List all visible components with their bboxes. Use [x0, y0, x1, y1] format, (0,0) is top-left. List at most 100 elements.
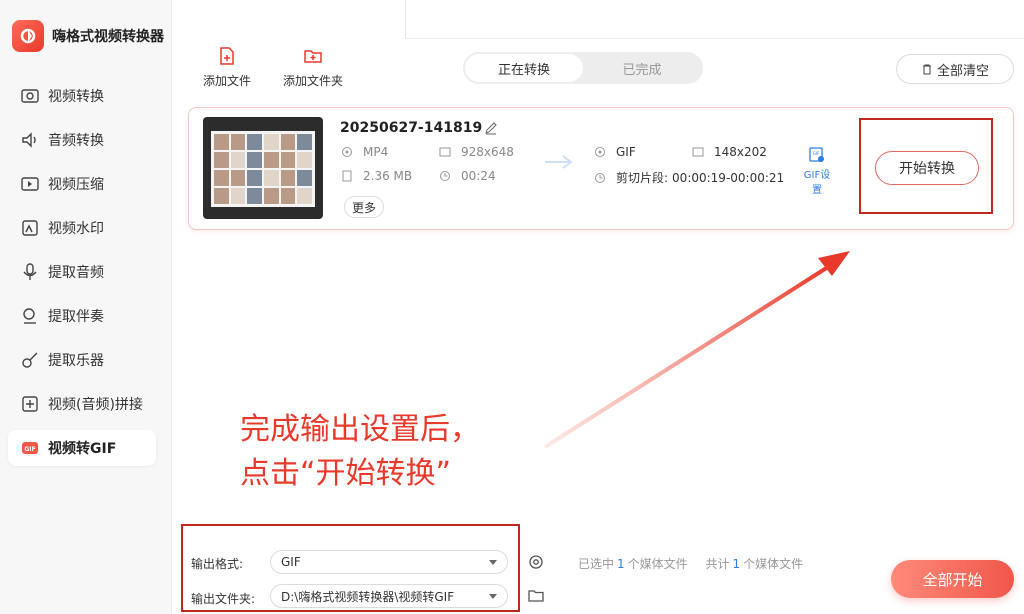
sidebar-item-label: 视频(音频)拼接 [48, 397, 143, 413]
selected-prefix: 已选中 [578, 557, 615, 571]
source-format: MP4 [341, 145, 388, 159]
resolution-icon [439, 147, 451, 157]
more-button[interactable]: 更多 [344, 196, 384, 218]
sidebar-item-label: 视频转换 [48, 89, 104, 105]
trash-icon [922, 64, 931, 75]
annotation-line-1: 完成输出设置后， [240, 412, 480, 447]
video-compress-icon [21, 177, 39, 191]
chevron-down-icon [489, 560, 497, 565]
source-duration-value: 00:24 [461, 169, 496, 183]
clock-icon [595, 172, 605, 183]
sidebar-item-label: 视频转GIF [48, 441, 117, 457]
brand: 嗨格式视频转换器 [12, 20, 164, 52]
sidebar-item-audio-convert[interactable]: 音频转换 [8, 122, 156, 158]
resolution-icon [692, 147, 704, 157]
output-format: GIF [594, 145, 636, 159]
source-resolution: 928x648 [439, 145, 514, 159]
sidebar-item-label: 视频水印 [48, 221, 104, 237]
source-size: 2.36 MB [341, 169, 412, 183]
annotation-text: 完成输出设置后， 点击“开始转换” [240, 408, 480, 496]
output-format-select-value: GIF [281, 555, 301, 569]
file-count-summary: 已选中 1 个媒体文件 共计 1 个媒体文件 [578, 555, 803, 572]
settings-gear-icon[interactable] [528, 554, 544, 570]
folder-icon[interactable] [528, 588, 544, 604]
extract-audio-icon [23, 263, 37, 280]
output-format-value: GIF [616, 145, 636, 159]
extract-accompaniment-icon [23, 308, 36, 324]
clip-range-value: 00:00:19-00:00:21 [672, 170, 785, 185]
extract-instrument-icon [22, 352, 38, 368]
selected-suffix: 个媒体文件 [627, 557, 688, 571]
start-all-button[interactable]: 全部开始 [891, 560, 1014, 598]
file-size-icon [342, 170, 352, 182]
sidebar-item-merge[interactable]: 视频(音频)拼接 [8, 386, 156, 422]
video-convert-icon [21, 89, 39, 103]
sidebar-item-extract-accompaniment[interactable]: 提取伴奏 [8, 298, 156, 334]
output-format-select[interactable]: GIF [270, 550, 508, 574]
file-name: 20250627-141819 [340, 120, 483, 136]
source-size-value: 2.36 MB [363, 169, 413, 183]
sidebar-item-extract-instrument[interactable]: 提取乐器 [8, 342, 156, 378]
output-folder-label: 输出文件夹: [191, 592, 256, 606]
sidebar-item-video-convert[interactable]: 视频转换 [8, 78, 156, 114]
gif-icon: GIF [22, 442, 38, 454]
sidebar-item-label: 提取乐器 [48, 353, 104, 369]
output-resolution: 148x202 [692, 145, 767, 159]
clear-all-label: 全部清空 [936, 63, 989, 79]
sidebar-item-extract-audio[interactable]: 提取音频 [8, 254, 156, 290]
source-format-value: MP4 [363, 145, 389, 159]
output-resolution-value: 148x202 [714, 145, 767, 159]
top-divider [405, 0, 406, 38]
sidebar-item-video-compress[interactable]: 视频压缩 [8, 166, 156, 202]
sidebar: 嗨格式视频转换器 视频转换 音频转换 视频压缩 视频水印 提取音频 提取伴奏 提… [0, 0, 172, 614]
source-duration: 00:24 [439, 169, 496, 183]
gif-settings-icon: GIF [809, 147, 824, 162]
sidebar-item-video-watermark[interactable]: 视频水印 [8, 210, 156, 246]
output-format-label: 输出格式: [191, 557, 244, 571]
start-convert-button[interactable]: 开始转换 [875, 151, 979, 185]
tab-completed[interactable]: 已完成 [583, 54, 701, 82]
clear-all-button[interactable]: 全部清空 [896, 54, 1014, 84]
sidebar-nav: 视频转换 音频转换 视频压缩 视频水印 提取音频 提取伴奏 提取乐器 视频(音频… [8, 78, 156, 474]
sidebar-item-video-to-gif[interactable]: GIF 视频转GIF [8, 430, 156, 466]
gif-settings-button[interactable]: GIF GIF设置 [799, 146, 835, 196]
selected-count: 1 [617, 557, 625, 571]
source-resolution-value: 928x648 [461, 145, 514, 159]
add-file-icon [220, 47, 234, 65]
top-divider-horizontal [405, 38, 1024, 39]
sidebar-item-label: 提取音频 [48, 265, 104, 281]
add-folder-label: 添加文件夹 [283, 74, 344, 88]
total-suffix: 个媒体文件 [743, 557, 804, 571]
svg-text:GIF: GIF [813, 151, 820, 156]
clip-label: 剪切片段: [616, 171, 669, 185]
sidebar-item-label: 音频转换 [48, 133, 104, 149]
merge-icon [22, 396, 38, 412]
chevron-down-icon [489, 594, 497, 599]
output-folder-select[interactable]: D:\嗨格式视频转换器\视频转GIF [270, 584, 508, 608]
video-thumbnail [203, 117, 323, 219]
annotation-line-2: 点击“开始转换” [240, 456, 452, 491]
clock-icon [440, 171, 450, 181]
edit-icon[interactable] [484, 121, 498, 135]
total-count: 1 [732, 557, 741, 571]
svg-text:GIF: GIF [24, 446, 35, 453]
convert-arrow-icon [545, 155, 573, 169]
tab-converting[interactable]: 正在转换 [465, 54, 583, 82]
format-icon [595, 147, 605, 157]
output-folder-select-value: D:\嗨格式视频转换器\视频转GIF [281, 589, 455, 604]
status-tabs: 正在转换 已完成 [463, 52, 703, 84]
video-watermark-icon [22, 220, 38, 236]
add-file-label: 添加文件 [203, 74, 252, 88]
app-name: 嗨格式视频转换器 [52, 29, 164, 45]
gif-settings-label: GIF设置 [803, 170, 831, 196]
add-folder-icon [304, 50, 322, 63]
sidebar-item-label: 视频压缩 [48, 177, 104, 193]
format-icon [342, 147, 352, 157]
add-file-button[interactable]: 添加文件 [203, 46, 251, 89]
audio-convert-icon [22, 132, 36, 148]
total-prefix: 共计 [705, 557, 730, 571]
sidebar-item-label: 提取伴奏 [48, 309, 104, 325]
add-folder-button[interactable]: 添加文件夹 [283, 46, 343, 89]
app-logo-icon [12, 20, 44, 52]
clip-range: 剪切片段: 00:00:19-00:00:21 [594, 169, 784, 186]
